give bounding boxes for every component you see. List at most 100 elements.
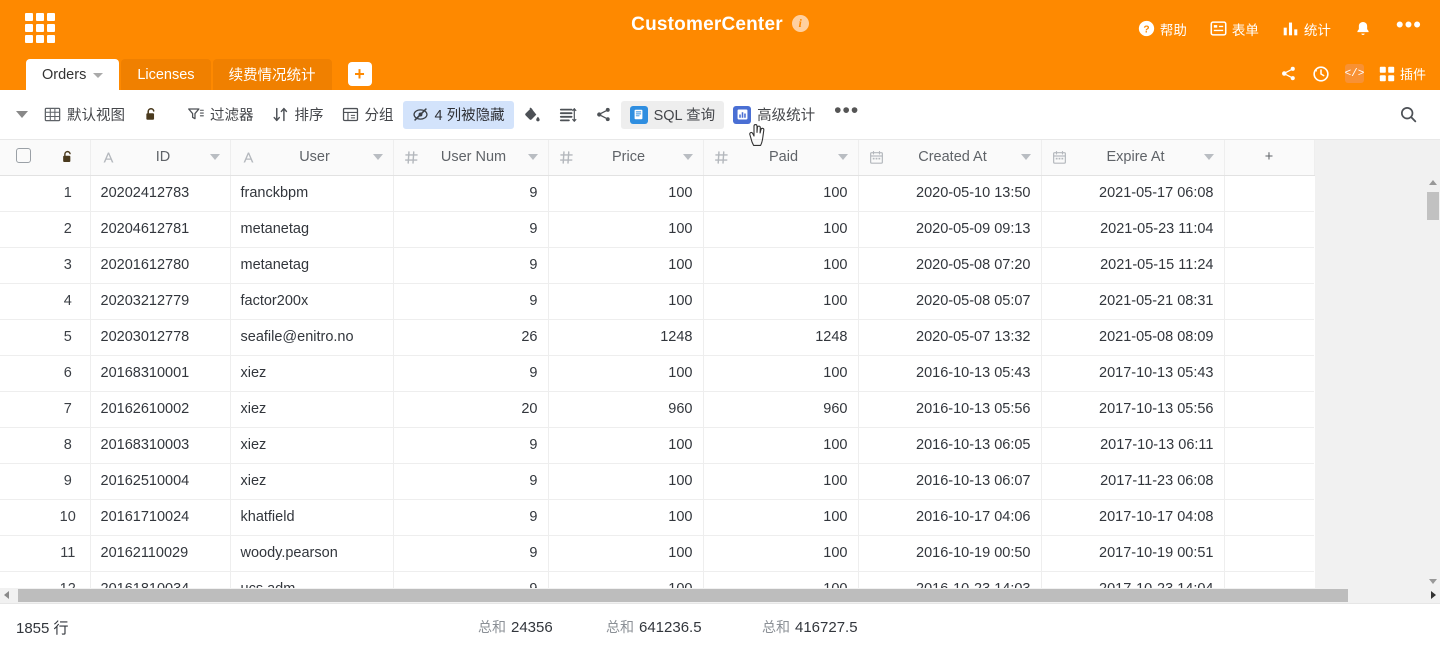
row-select-cell[interactable]	[0, 211, 46, 248]
cell-user[interactable]: metanetag	[230, 247, 394, 284]
cell-created_at[interactable]: 2020-05-07 13:32	[858, 319, 1042, 356]
table-row[interactable]: 3 20201612780 metanetag 9 100 100 2020-05-08 0…	[0, 247, 1314, 284]
row-select-cell[interactable]	[0, 463, 46, 500]
chevron-down-icon[interactable]	[93, 73, 104, 78]
cell-user_num[interactable]: 9	[393, 535, 549, 572]
cell-user_num[interactable]: 9	[393, 211, 549, 248]
cell-paid[interactable]: 960	[703, 391, 859, 428]
cell-paid[interactable]: 100	[703, 175, 859, 212]
column-menu-caret-icon[interactable]	[1203, 154, 1214, 161]
column-menu-caret-icon[interactable]	[209, 154, 220, 161]
help-button[interactable]: ? 帮助	[1135, 17, 1190, 41]
info-circle-icon[interactable]: i	[791, 15, 809, 32]
cell-created_at[interactable]: 2016-10-17 04:06	[858, 499, 1042, 536]
cell-paid[interactable]: 100	[703, 355, 859, 392]
cell-user[interactable]: woody.pearson	[230, 535, 394, 572]
view-name-button[interactable]: 默认视图	[35, 101, 134, 129]
tab-renewal-stats[interactable]: 续费情况统计	[212, 59, 332, 90]
table-row[interactable]: 4 20203212779 factor200x 9 100 100 2020-05-08 …	[0, 283, 1314, 320]
cell-id[interactable]: 20202412783	[90, 175, 231, 212]
vertical-scrollbar[interactable]	[1426, 176, 1440, 588]
cell-user[interactable]: factor200x	[230, 283, 394, 320]
row-select-cell[interactable]	[0, 283, 46, 320]
row-select-cell[interactable]	[0, 535, 46, 572]
row-color-button[interactable]	[514, 101, 550, 129]
cell-price[interactable]: 100	[548, 175, 704, 212]
cell-price[interactable]: 100	[548, 499, 704, 536]
group-button[interactable]: 分组	[333, 101, 403, 129]
column-header-created-at[interactable]: Created At	[858, 140, 1042, 176]
cell-created_at[interactable]: 2020-05-09 09:13	[858, 211, 1042, 248]
cell-user_num[interactable]: 9	[393, 247, 549, 284]
share-table-button[interactable]	[1280, 65, 1297, 82]
row-select-cell[interactable]	[0, 391, 46, 428]
toolbar-more-icon[interactable]: •••	[824, 100, 869, 122]
advanced-stats-button[interactable]: 高级统计	[724, 101, 824, 129]
cell-id[interactable]: 20168310003	[90, 427, 231, 464]
header-more-icon[interactable]: •••	[1392, 13, 1426, 38]
cell-expire_at[interactable]: 2017-10-19 00:51	[1041, 535, 1225, 572]
cell-created_at[interactable]: 2016-10-13 06:05	[858, 427, 1042, 464]
cell-paid[interactable]: 100	[703, 463, 859, 500]
cell-user[interactable]: xiez	[230, 427, 394, 464]
table-row[interactable]: 5 20203012778 seafile@enitro.no 26 1248 1248 2…	[0, 319, 1314, 356]
column-menu-caret-icon[interactable]	[372, 154, 383, 161]
cell-created_at[interactable]: 2016-10-13 05:43	[858, 355, 1042, 392]
column-header-user-num[interactable]: User Num	[393, 140, 549, 176]
horizontal-scroll-thumb[interactable]	[18, 589, 1348, 602]
cell-price[interactable]: 100	[548, 283, 704, 320]
form-button[interactable]: 表单	[1207, 17, 1262, 41]
column-header-id[interactable]: ID	[90, 140, 231, 176]
cell-price[interactable]: 100	[548, 535, 704, 572]
add-column-button[interactable]: +	[1224, 140, 1315, 176]
column-menu-caret-icon[interactable]	[1020, 154, 1031, 161]
sort-button[interactable]: 排序	[263, 101, 333, 129]
cell-user_num[interactable]: 20	[393, 391, 549, 428]
cell-created_at[interactable]: 2016-10-13 06:07	[858, 463, 1042, 500]
row-select-cell[interactable]	[0, 319, 46, 356]
row-select-cell[interactable]	[0, 355, 46, 392]
cell-paid[interactable]: 100	[703, 427, 859, 464]
column-header-paid[interactable]: Paid	[703, 140, 859, 176]
filter-button[interactable]: 过滤器	[178, 101, 263, 129]
history-button[interactable]	[1312, 65, 1330, 83]
cell-price[interactable]: 100	[548, 355, 704, 392]
row-select-cell[interactable]	[0, 247, 46, 284]
scroll-left-arrow-icon[interactable]	[4, 591, 9, 599]
cell-expire_at[interactable]: 2017-10-13 05:43	[1041, 355, 1225, 392]
table-row[interactable]: 1 20202412783 franckbpm 9 100 100 2020-05-10 1…	[0, 175, 1314, 212]
cell-id[interactable]: 20162110029	[90, 535, 231, 572]
scroll-up-arrow-icon[interactable]	[1429, 180, 1437, 185]
summary-user-num[interactable]: 总和 24356	[478, 617, 553, 637]
statistics-button[interactable]: 统计	[1279, 17, 1334, 41]
lock-view-button[interactable]	[134, 101, 168, 129]
plugins-button[interactable]: 插件	[1379, 64, 1426, 83]
sql-query-button[interactable]: SQL 查询	[620, 100, 725, 129]
scroll-down-arrow-icon[interactable]	[1429, 579, 1437, 584]
row-select-cell[interactable]	[0, 499, 46, 536]
cell-price[interactable]: 960	[548, 391, 704, 428]
api-code-button[interactable]: </>	[1345, 64, 1364, 83]
column-header-user[interactable]: User	[230, 140, 394, 176]
cell-expire_at[interactable]: 2021-05-08 08:09	[1041, 319, 1225, 356]
search-button[interactable]	[1399, 105, 1418, 124]
cell-id[interactable]: 20201612780	[90, 247, 231, 284]
table-row[interactable]: 6 20168310001 xiez 9 100 100 2016-10-13 05:43 2…	[0, 355, 1314, 392]
cell-created_at[interactable]: 2020-05-08 07:20	[858, 247, 1042, 284]
cell-created_at[interactable]: 2016-10-19 00:50	[858, 535, 1042, 572]
table-row[interactable]: 2 20204612781 metanetag 9 100 100 2020-05-09 0…	[0, 211, 1314, 248]
cell-id[interactable]: 20203212779	[90, 283, 231, 320]
cell-user[interactable]: metanetag	[230, 211, 394, 248]
cell-paid[interactable]: 1248	[703, 319, 859, 356]
cell-price[interactable]: 100	[548, 247, 704, 284]
tab-orders[interactable]: Orders	[26, 59, 120, 90]
cell-paid[interactable]: 100	[703, 247, 859, 284]
row-height-button[interactable]	[550, 101, 586, 129]
cell-user_num[interactable]: 26	[393, 319, 549, 356]
cell-expire_at[interactable]: 2021-05-15 11:24	[1041, 247, 1225, 284]
cell-id[interactable]: 20162610002	[90, 391, 231, 428]
horizontal-scrollbar[interactable]	[0, 588, 1440, 603]
cell-paid[interactable]: 100	[703, 211, 859, 248]
cell-price[interactable]: 100	[548, 463, 704, 500]
cell-user[interactable]: xiez	[230, 391, 394, 428]
